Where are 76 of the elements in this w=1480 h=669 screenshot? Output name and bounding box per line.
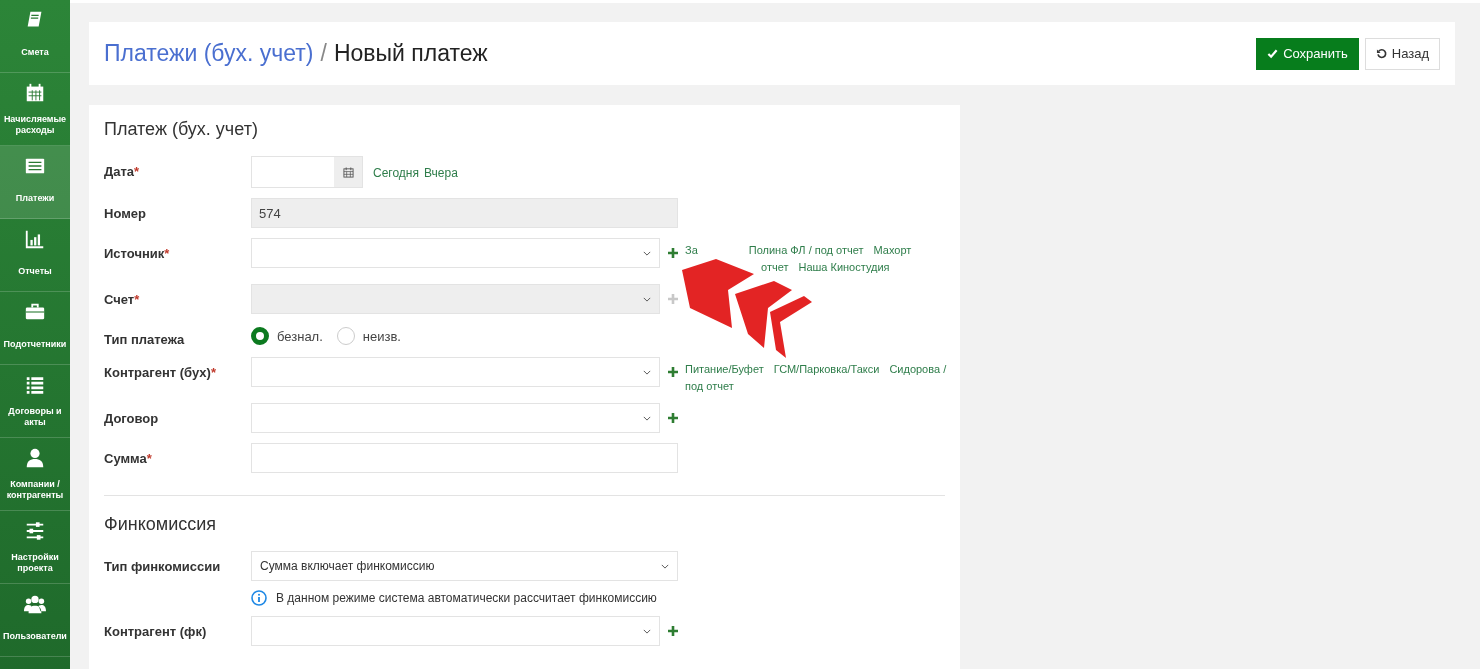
quick-link[interactable]: Наша Киностудия [798, 260, 890, 274]
dropdown-field[interactable] [251, 403, 660, 433]
field-label: Сумма* [104, 450, 153, 466]
required-mark: * [210, 365, 216, 380]
quick-link[interactable]: За [685, 243, 698, 257]
plus-icon[interactable] [668, 367, 678, 377]
chevron-shape [770, 296, 812, 358]
sidebar-item[interactable]: Пользователи [0, 584, 70, 657]
date-field[interactable] [251, 156, 363, 188]
calendar-icon [342, 166, 354, 178]
sidebar-item[interactable]: Отчеты [0, 219, 70, 292]
field-label: Источник* [104, 245, 171, 261]
required-mark: * [164, 246, 170, 261]
field-label: Тип финкомиссии [104, 558, 222, 574]
required-mark: * [146, 451, 152, 466]
checkmark-icon [1267, 48, 1279, 59]
dropdown-field[interactable] [251, 238, 660, 268]
sidebar-item[interactable]: Начисляемые расходы [0, 73, 70, 146]
sliders-icon [24, 520, 46, 542]
back-button[interactable]: Назад [1364, 37, 1440, 70]
page-title: Новый платеж [333, 40, 488, 67]
field-label: Номер [104, 205, 147, 221]
section-title: Финкомиссия [104, 514, 217, 535]
calendar-icon [24, 82, 46, 104]
sidebar-item[interactable]: Платежи [0, 146, 70, 219]
chevron-shape [735, 281, 792, 348]
sidebar-item[interactable]: Компании / контрагенты [0, 438, 70, 511]
field-label: Тип платежа [104, 331, 186, 347]
chevron-down-icon [643, 369, 651, 375]
undo-icon [1375, 48, 1387, 59]
chevron-down-icon [643, 415, 651, 421]
bar-chart-icon [24, 228, 46, 250]
quick-link[interactable]: ГСМ/Парковка/Такси [773, 362, 880, 376]
plus-icon[interactable] [668, 248, 678, 258]
field-label: Дата* [104, 163, 141, 179]
required-mark: * [134, 292, 140, 307]
quick-link[interactable]: Питание/Буфет [685, 362, 764, 376]
sidebar-item[interactable]: Настройки проекта [0, 511, 70, 584]
radio-label: неизв. [362, 328, 401, 344]
hint-text: В данном режиме система автоматически рассчитает финкомиссию [276, 591, 657, 605]
chevron-shape [682, 259, 754, 328]
dropdown-field[interactable]: Сумма включает финкомиссию [251, 551, 678, 581]
quick-link[interactable]: Махорт [873, 243, 912, 257]
chevron-down-icon [643, 250, 651, 256]
sidebar-item[interactable]: Договоры и акты [0, 365, 70, 438]
dropdown-field[interactable] [251, 616, 660, 646]
required-mark: * [134, 164, 140, 179]
radio-label: безнал. [277, 328, 323, 344]
quick-link[interactable]: Сегодня [373, 163, 419, 183]
chevron-down-icon [643, 296, 651, 302]
users-icon [24, 593, 46, 615]
breadcrumb-separator: / [320, 40, 327, 67]
quick-link[interactable]: отчет [761, 260, 789, 274]
field-label: Счет* [104, 291, 141, 307]
plus-icon[interactable] [668, 626, 678, 636]
quick-link[interactable]: Полина ФЛ / под отчет [748, 243, 864, 257]
sidebar-item[interactable]: Подотчетники [0, 292, 70, 365]
field-label: Договор [104, 410, 160, 426]
dropdown-field[interactable] [251, 357, 660, 387]
radio-button[interactable] [251, 327, 269, 345]
sidebar-item[interactable]: Смета [0, 0, 70, 73]
field-label: Контрагент (фк) [104, 623, 208, 639]
list-icon [24, 374, 46, 396]
quick-link[interactable]: Вчера [424, 163, 458, 183]
field-label: Контрагент (бух)* [104, 364, 217, 380]
user-icon [24, 447, 46, 469]
chevron-down-icon [643, 628, 651, 634]
plus-icon[interactable] [668, 413, 678, 423]
quick-link[interactable]: под отчет [685, 379, 734, 393]
breadcrumb-link[interactable]: Платежи (бух. учет) [104, 40, 314, 67]
section-title: Платеж (бух. учет) [104, 119, 259, 140]
info-icon [251, 590, 267, 606]
save-button[interactable]: Сохранить [1256, 37, 1359, 70]
chevron-down-icon [661, 563, 669, 569]
quick-link[interactable]: Сидорова / [889, 362, 947, 376]
input-field[interactable] [251, 443, 678, 473]
